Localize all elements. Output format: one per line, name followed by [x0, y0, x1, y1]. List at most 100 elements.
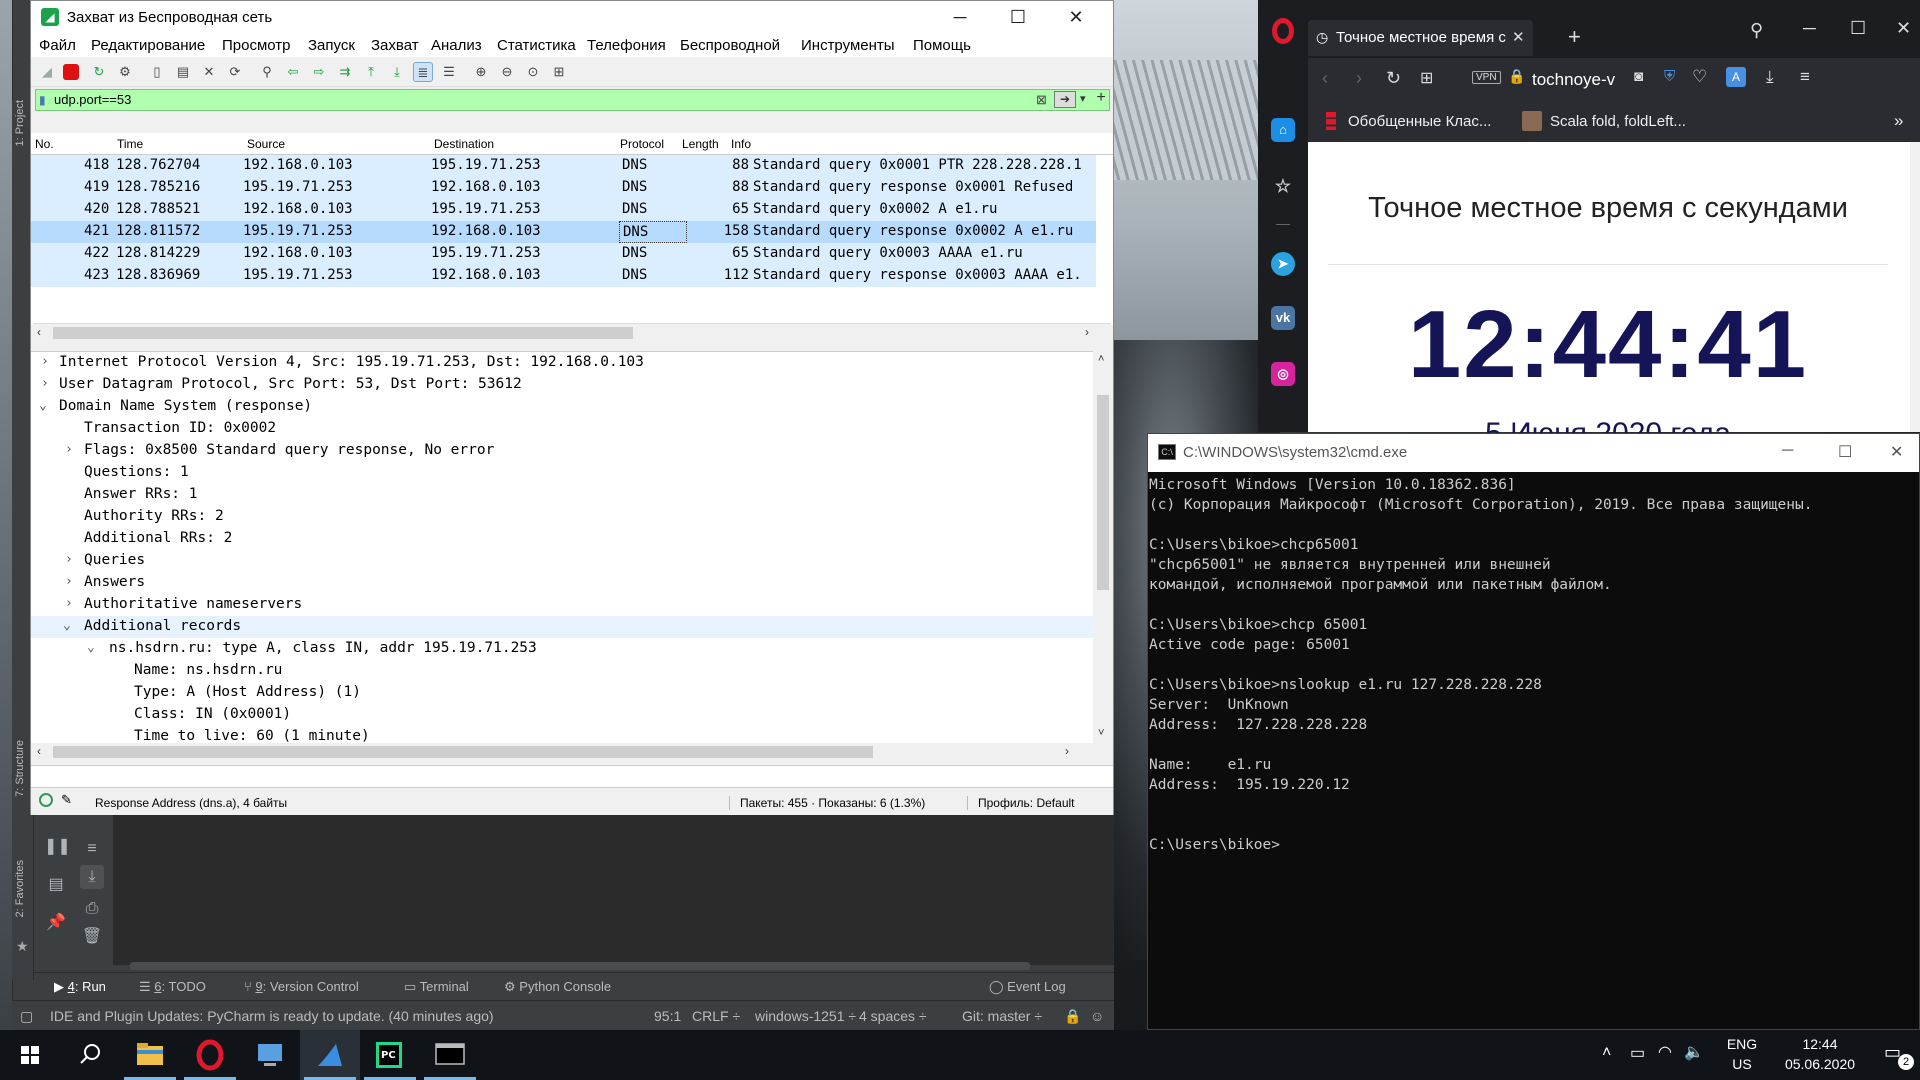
restart-capture-icon[interactable]: ↻	[89, 62, 109, 82]
inspector-icon[interactable]: ☺	[1090, 1008, 1104, 1024]
instagram-icon[interactable]: ◎	[1271, 362, 1295, 386]
go-back-icon[interactable]: ⇦	[283, 62, 303, 82]
tab-version-control[interactable]: ⑂ 9: Version Control	[244, 979, 359, 994]
packet-list-hscrollbar[interactable]: ‹ ›	[33, 323, 1111, 341]
close-window-icon[interactable]: ✕	[1896, 18, 1911, 39]
side-tab-favorites[interactable]: 2: Favorites	[14, 860, 26, 917]
telegram-icon[interactable]: ➤	[1271, 252, 1295, 276]
filter-dropdown-icon[interactable]: ▾	[1080, 92, 1086, 105]
line-separator[interactable]: CRLF ÷	[692, 1008, 740, 1024]
packet-row[interactable]: 422 128.814229 192.168.0.103 195.19.71.253 D…	[31, 243, 1096, 265]
favorites-star-icon[interactable]: ★	[16, 938, 29, 955]
tree-item[interactable]: ⌄ Additional records	[31, 616, 1093, 638]
taskbar-explorer[interactable]	[120, 1030, 180, 1080]
caret-position[interactable]: 95:1	[654, 1008, 681, 1024]
tree-item[interactable]: Time to live: 60 (1 minute)	[31, 726, 1093, 743]
tree-item[interactable]: › Authoritative nameservers	[31, 594, 1093, 616]
col-no[interactable]: No.	[35, 137, 54, 151]
go-to-packet-icon[interactable]: ⇉	[335, 62, 355, 82]
soft-wrap-icon[interactable]: ≡	[80, 837, 104, 861]
tree-item[interactable]: Answer RRs: 1	[31, 484, 1093, 506]
speed-dial-icon[interactable]: ⊞	[1420, 68, 1433, 88]
find-packet-icon[interactable]: ⚲	[257, 62, 277, 82]
page-scrollbar[interactable]	[1910, 142, 1920, 432]
zoom-out-icon[interactable]: ⊖	[497, 62, 517, 82]
tree-item[interactable]: ⌄ ns.hsdrn.ru: type A, class IN, addr 195…	[31, 638, 1093, 660]
close-button[interactable]: ✕	[1047, 3, 1105, 31]
browser-tab[interactable]: ◷ Точное местное время с с ✕	[1308, 20, 1533, 56]
tree-item[interactable]: › Queries	[31, 550, 1093, 572]
run-horizontal-scrollbar[interactable]	[130, 962, 1030, 970]
menu-capture[interactable]: Захват	[371, 37, 419, 54]
translate-icon[interactable]: A	[1726, 67, 1746, 87]
maximize-icon[interactable]: ☐	[1850, 18, 1866, 39]
apply-filter-icon[interactable]: ➔	[1054, 91, 1076, 108]
home-icon[interactable]: ⌂	[1271, 118, 1295, 142]
scroll-down-icon[interactable]: ˅	[1098, 727, 1104, 739]
minimize-button[interactable]: ─	[1782, 442, 1793, 460]
volume-icon[interactable]: 🔈	[1684, 1042, 1704, 1062]
col-destination[interactable]: Destination	[434, 137, 494, 151]
file-encoding[interactable]: windows-1251 ÷	[755, 1008, 856, 1024]
easy-setup-icon[interactable]: ≡	[1800, 67, 1810, 87]
cmd-titlebar[interactable]: C:\ C:\WINDOWS\system32\cmd.exe ─ ☐ ✕	[1148, 434, 1919, 472]
minimize-button[interactable]: ─	[931, 3, 989, 31]
add-filter-button[interactable]: +	[1091, 89, 1111, 111]
url-text[interactable]: tochnoye-v	[1532, 70, 1615, 90]
zoom-in-icon[interactable]: ⊕	[471, 62, 491, 82]
bookmark-icon[interactable]: ▮	[39, 93, 46, 107]
resize-columns-icon[interactable]: ⊞	[549, 62, 569, 82]
menu-view[interactable]: Просмотр	[222, 37, 291, 54]
search-button[interactable]	[60, 1030, 120, 1080]
shield-icon[interactable]: ⛨	[1664, 68, 1675, 85]
pin-icon[interactable]: 📌	[44, 911, 68, 935]
layout-icon[interactable]: ▤	[44, 873, 68, 897]
more-bookmarks-icon[interactable]: »	[1894, 111, 1903, 131]
expert-info-icon[interactable]	[39, 793, 53, 807]
first-packet-icon[interactable]: ⤒	[361, 62, 381, 82]
scroll-to-end-icon[interactable]: ⤓	[80, 865, 104, 889]
status-icon[interactable]: ▢	[20, 1008, 33, 1025]
menu-help[interactable]: Помощь	[913, 37, 971, 54]
display-filter-input[interactable]: ▮ udp.port==53 ⊠ ➔ ▾	[35, 89, 1110, 111]
tree-item[interactable]: › Flags: 0x8500 Standard query response, …	[31, 440, 1093, 462]
tab-todo[interactable]: ☰ 6: TODO	[139, 979, 206, 995]
menu-wireless[interactable]: Беспроводной	[680, 37, 780, 54]
tab-terminal[interactable]: ▭ Terminal	[404, 979, 469, 995]
lock-icon[interactable]: 🔒	[1064, 1008, 1081, 1025]
col-source[interactable]: Source	[247, 137, 285, 151]
tree-item[interactable]: Transaction ID: 0x0002	[31, 418, 1093, 440]
scroll-thumb[interactable]	[53, 327, 633, 339]
close-file-icon[interactable]: ✕	[199, 62, 219, 82]
packet-bytes-pane[interactable]	[31, 765, 1113, 787]
tree-item[interactable]: › Answers	[31, 572, 1093, 594]
tab-run[interactable]: ▶ 4: Run	[54, 979, 106, 995]
scroll-thumb[interactable]	[1097, 395, 1109, 590]
col-time[interactable]: Time	[117, 137, 143, 151]
wifi-icon[interactable]: ◠	[1658, 1042, 1672, 1062]
clock-time[interactable]: 12:44	[1770, 1036, 1870, 1052]
keyboard-layout[interactable]: US	[1722, 1056, 1762, 1072]
pause-icon[interactable]: ❚❚	[44, 835, 71, 859]
save-file-icon[interactable]: ▤	[173, 62, 193, 82]
scroll-up-icon[interactable]: ˄	[1098, 353, 1104, 365]
language-indicator[interactable]: ENG	[1722, 1036, 1762, 1052]
vpn-badge[interactable]: VPN	[1472, 71, 1501, 84]
battery-icon[interactable]: ▭	[1630, 1043, 1645, 1063]
tree-item[interactable]: › User Datagram Protocol, Src Port: 53, D…	[31, 374, 1093, 396]
tree-item[interactable]: Type: A (Host Address) (1)	[31, 682, 1093, 704]
scroll-left-icon[interactable]: ‹	[37, 325, 41, 339]
side-tab-project[interactable]: 1: Project	[14, 100, 26, 146]
cmd-console-output[interactable]: Microsoft Windows [Version 10.0.18362.83…	[1148, 472, 1919, 1029]
packet-row[interactable]: 419 128.785216 195.19.71.253 192.168.0.103 D…	[31, 177, 1096, 199]
download-icon[interactable]: ⤓	[1766, 67, 1774, 87]
tree-item[interactable]: Questions: 1	[31, 462, 1093, 484]
bookmarks-star-icon[interactable]: ☆	[1271, 174, 1295, 198]
menu-telephony[interactable]: Телефония	[587, 37, 666, 54]
taskbar-opera[interactable]	[180, 1030, 240, 1080]
run-console[interactable]	[34, 815, 1114, 965]
search-tabs-icon[interactable]: ⚲	[1750, 20, 1763, 41]
scroll-thumb[interactable]	[53, 746, 873, 758]
packet-row[interactable]: 423 128.836969 195.19.71.253 192.168.0.103 D…	[31, 265, 1096, 287]
taskbar-wireshark[interactable]	[300, 1030, 360, 1080]
